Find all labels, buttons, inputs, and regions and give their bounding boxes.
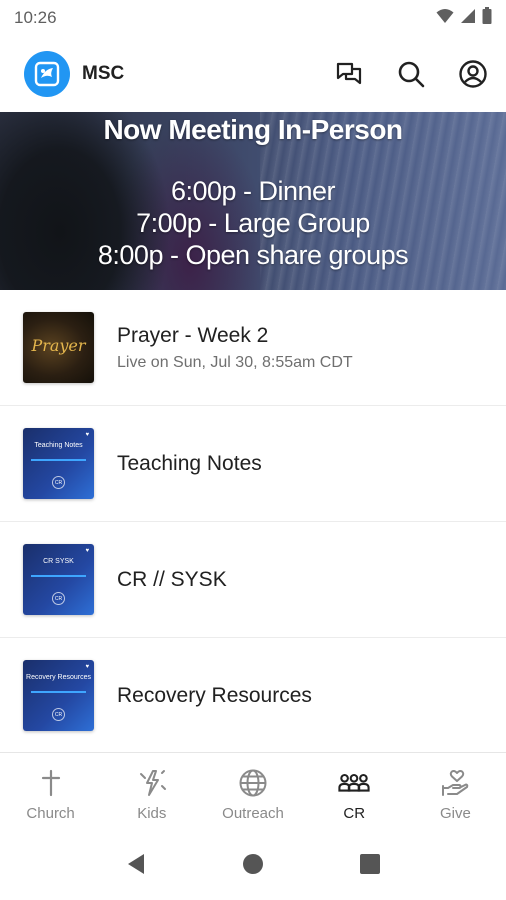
nav-item-give[interactable]: Give bbox=[405, 753, 506, 832]
banner-heading: Now Meeting In-Person bbox=[103, 114, 403, 145]
church-logo-icon[interactable] bbox=[24, 51, 70, 97]
status-time: 10:26 bbox=[14, 8, 57, 27]
nav-item-kids[interactable]: Kids bbox=[101, 753, 202, 832]
bottom-nav: Church Kids Outreach CR Give bbox=[0, 752, 506, 832]
list-item[interactable]: ♥ Recovery Resources CR Recovery Resourc… bbox=[0, 638, 506, 754]
list-item[interactable]: ♥ CR SYSK CR CR // SYSK bbox=[0, 522, 506, 638]
nav-label: Give bbox=[439, 805, 471, 822]
globe-icon bbox=[237, 767, 269, 799]
kids-icon bbox=[136, 767, 168, 799]
system-nav-bar bbox=[0, 832, 506, 900]
wifi-icon bbox=[436, 8, 454, 29]
signal-icon bbox=[460, 8, 476, 29]
thumbnail-divider bbox=[31, 575, 86, 577]
group-icon bbox=[338, 767, 370, 799]
list-item[interactable]: ♥ Teaching Notes CR Teaching Notes bbox=[0, 406, 506, 522]
item-thumbnail: ♥ Recovery Resources CR bbox=[23, 660, 94, 731]
nav-item-outreach[interactable]: Outreach bbox=[202, 753, 303, 832]
status-bar: 10:26 bbox=[0, 0, 506, 36]
thumbnail-text: CR SYSK bbox=[43, 558, 74, 565]
give-icon bbox=[439, 767, 471, 799]
home-icon[interactable] bbox=[242, 853, 264, 880]
thumbnail-divider bbox=[31, 459, 86, 461]
back-icon[interactable] bbox=[126, 853, 146, 880]
thumbnail-text: Prayer bbox=[31, 336, 86, 355]
item-text: CR // SYSK bbox=[117, 568, 227, 592]
banner-line: 7:00p - Large Group bbox=[136, 208, 370, 238]
list-item[interactable]: Prayer Prayer - Week 2 Live on Sun, Jul … bbox=[0, 290, 506, 406]
banner-line: 6:00p - Dinner bbox=[170, 176, 336, 206]
item-text: Teaching Notes bbox=[117, 452, 262, 476]
app-title: MSC bbox=[82, 63, 125, 84]
account-icon[interactable] bbox=[458, 59, 488, 89]
nav-label: Church bbox=[26, 805, 75, 822]
nav-item-church[interactable]: Church bbox=[0, 753, 101, 832]
thumbnail-badge: CR bbox=[52, 592, 65, 605]
app-bar: MSC bbox=[0, 36, 506, 112]
thumbnail-text: Teaching Notes bbox=[34, 442, 83, 449]
banner-line: 8:00p - Open share groups bbox=[97, 240, 409, 270]
status-icons bbox=[436, 7, 492, 29]
thumbnail-badge: CR bbox=[52, 708, 65, 721]
chat-icon[interactable] bbox=[334, 59, 364, 89]
app-actions bbox=[334, 59, 488, 89]
cross-icon bbox=[35, 767, 67, 799]
item-title: Teaching Notes bbox=[117, 451, 262, 475]
recents-icon[interactable] bbox=[360, 853, 380, 879]
nav-label: Outreach bbox=[222, 805, 284, 822]
item-title: Recovery Resources bbox=[117, 683, 312, 707]
promo-banner[interactable]: Now Meeting In-Person 6:00p - Dinner 7:0… bbox=[0, 112, 506, 290]
thumbnail-badge: CR bbox=[52, 476, 65, 489]
item-title: Prayer - Week 2 bbox=[117, 323, 269, 347]
thumbnail-divider bbox=[31, 691, 86, 693]
nav-label: Kids bbox=[137, 805, 167, 822]
search-icon[interactable] bbox=[396, 59, 426, 89]
item-text: Recovery Resources bbox=[117, 684, 312, 708]
item-text: Prayer - Week 2 Live on Sun, Jul 30, 8:5… bbox=[117, 324, 353, 372]
item-thumbnail: ♥ CR SYSK CR bbox=[23, 544, 94, 615]
item-thumbnail: ♥ Teaching Notes CR bbox=[23, 428, 94, 499]
content-list: Prayer Prayer - Week 2 Live on Sun, Jul … bbox=[0, 290, 506, 754]
nav-item-cr[interactable]: CR bbox=[304, 753, 405, 832]
heart-icon: ♥ bbox=[85, 548, 89, 554]
nav-label: CR bbox=[343, 805, 366, 822]
battery-icon bbox=[482, 7, 492, 29]
item-thumbnail: Prayer bbox=[23, 312, 94, 383]
thumbnail-text: Recovery Resources bbox=[26, 674, 91, 681]
heart-icon: ♥ bbox=[85, 432, 89, 438]
item-subtitle: Live on Sun, Jul 30, 8:55am CDT bbox=[117, 353, 353, 371]
item-title: CR // SYSK bbox=[117, 567, 227, 591]
heart-icon: ♥ bbox=[85, 664, 89, 670]
